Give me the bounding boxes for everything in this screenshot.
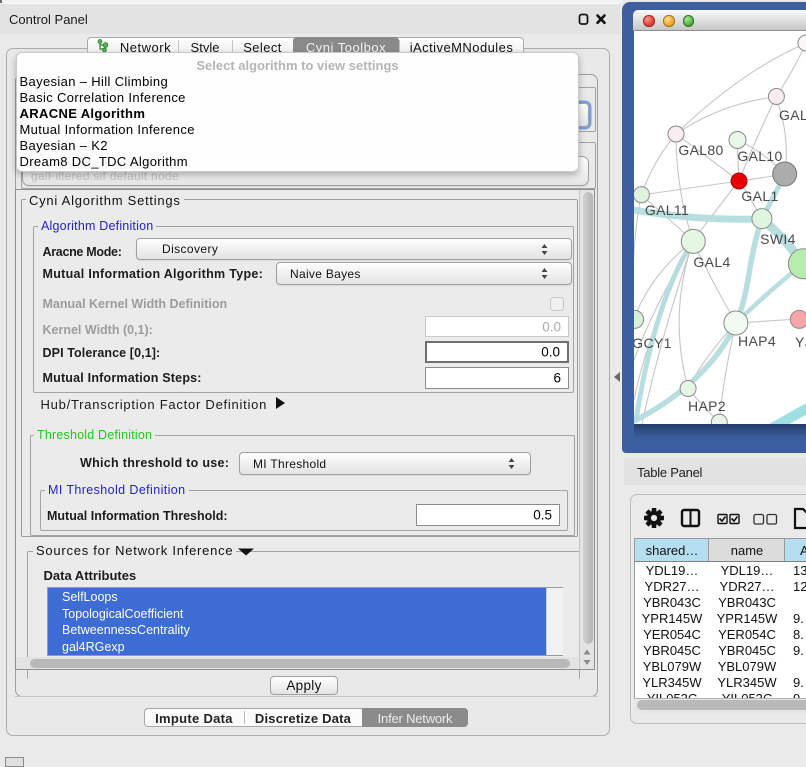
svg-text:GCY1: GCY1 xyxy=(634,335,672,351)
svg-text:GAL1: GAL1 xyxy=(741,188,778,204)
svg-text:HAP2: HAP2 xyxy=(688,398,726,414)
svg-text:GAL11: GAL11 xyxy=(645,202,689,218)
svg-text:GAL10: GAL10 xyxy=(737,148,782,164)
svg-text:YJ: YJ xyxy=(795,334,806,350)
svg-text:GAL4: GAL4 xyxy=(693,254,730,270)
svg-text:SWI4: SWI4 xyxy=(760,231,796,247)
svg-text:HAP4: HAP4 xyxy=(738,333,776,349)
svg-text:GAL80: GAL80 xyxy=(678,142,723,158)
svg-text:GAL2: GAL2 xyxy=(779,107,806,123)
